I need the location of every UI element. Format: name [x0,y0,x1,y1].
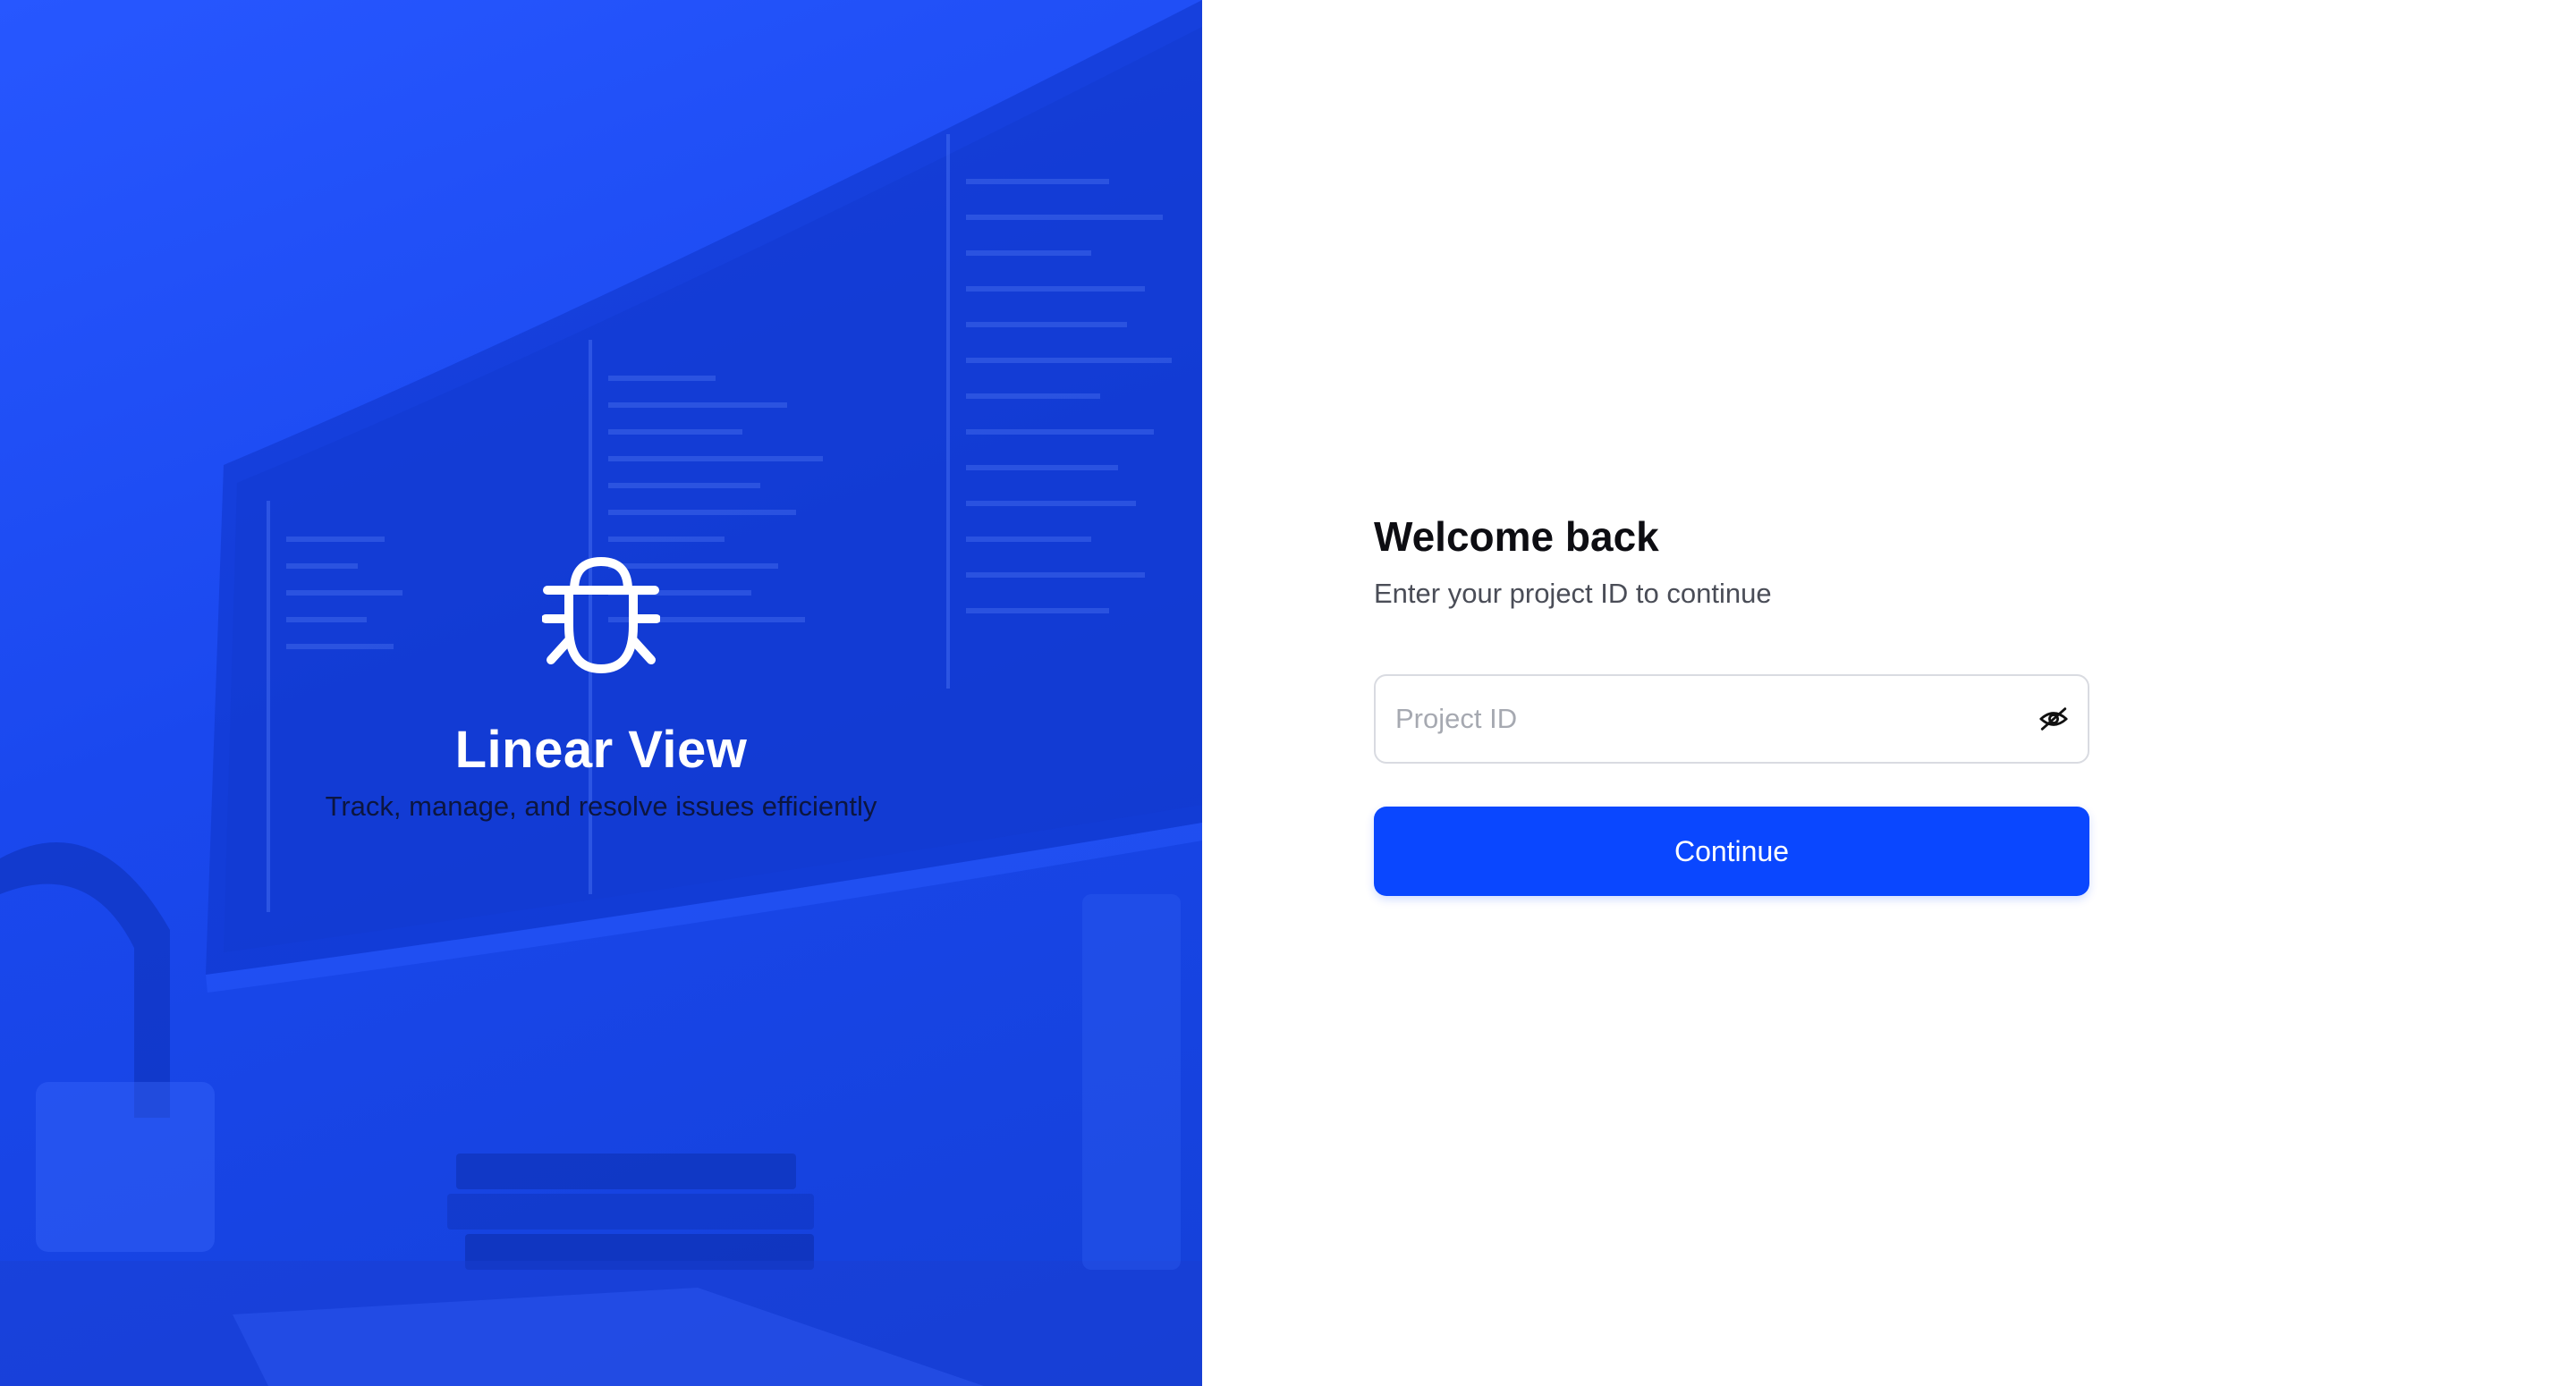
page-subtitle: Enter your project ID to continue [1374,578,1772,609]
brand-tagline: Track, manage, and resolve issues effici… [325,790,877,822]
bug-icon [542,557,660,673]
continue-button[interactable]: Continue [1374,807,2089,896]
login-page: Linear View Track, manage, and resolve i… [0,0,2576,1386]
brand-title: Linear View [454,721,748,779]
hero-panel: Linear View Track, manage, and resolve i… [0,0,1202,1386]
project-id-input[interactable] [1376,676,2088,762]
brand-block: Linear View Track, manage, and resolve i… [0,554,1202,824]
project-id-field [1374,674,2089,764]
login-form: Welcome back Enter your project ID to co… [1374,510,2089,896]
eye-off-icon[interactable] [2036,701,2072,737]
page-title: Welcome back [1374,513,1659,560]
login-panel: Welcome back Enter your project ID to co… [1202,0,2576,1386]
